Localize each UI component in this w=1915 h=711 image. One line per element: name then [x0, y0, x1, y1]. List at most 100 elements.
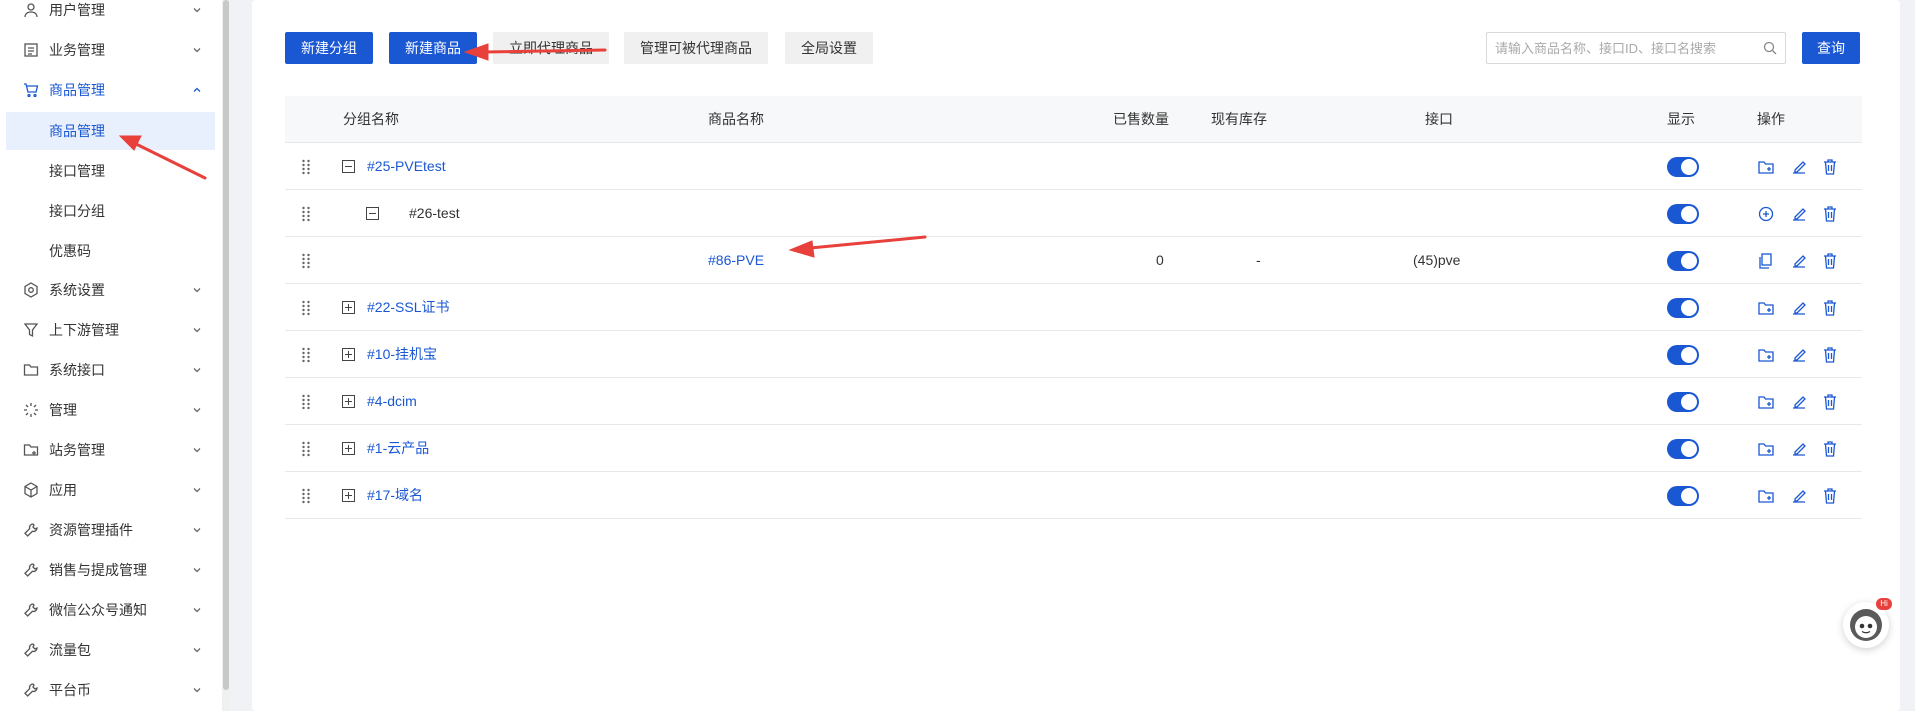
query-button[interactable]: 查询 [1802, 32, 1860, 64]
sidebar-item-sales-commission[interactable]: 销售与提成管理 [0, 550, 222, 590]
delete-icon[interactable] [1821, 346, 1839, 364]
product-name[interactable]: #86-PVE [708, 237, 764, 284]
toggle-knob [1681, 300, 1697, 316]
sidebar-item-platform-coin[interactable]: 平台币 [0, 670, 222, 710]
copy-icon[interactable] [1757, 252, 1775, 270]
sidebar-item-label: 应用 [49, 482, 77, 498]
sidebar-item-apps[interactable]: 应用 [0, 470, 222, 510]
edit-icon[interactable] [1790, 487, 1808, 505]
folder-add-icon[interactable] [1757, 487, 1775, 505]
submenu-item-api-groups[interactable]: 接口分组 [6, 192, 215, 230]
sidebar-item-business-management[interactable]: 业务管理 [0, 30, 222, 70]
table-row[interactable]: #25-PVEtest [285, 143, 1862, 190]
display-toggle[interactable] [1667, 204, 1699, 224]
display-toggle[interactable] [1667, 251, 1699, 271]
new-group-button[interactable]: 新建分组 [285, 32, 373, 64]
global-settings-button[interactable]: 全局设置 [785, 32, 873, 64]
drag-handle-icon[interactable] [301, 206, 311, 222]
search-input[interactable] [1487, 33, 1755, 63]
delete-icon[interactable] [1821, 299, 1839, 317]
expand-icon[interactable] [342, 489, 355, 502]
table-row[interactable]: #22-SSL证书 [285, 284, 1862, 331]
table-row[interactable]: #10-挂机宝 [285, 331, 1862, 378]
sidebar-scrollbar[interactable] [222, 0, 230, 711]
expand-icon[interactable] [342, 442, 355, 455]
group-name[interactable]: #10-挂机宝 [367, 331, 437, 378]
sidebar-item-upstream-downstream[interactable]: 上下游管理 [0, 310, 222, 350]
drag-handle-icon[interactable] [301, 394, 311, 410]
delete-icon[interactable] [1821, 252, 1839, 270]
drag-handle-icon[interactable] [301, 347, 311, 363]
delete-icon[interactable] [1821, 205, 1839, 223]
submenu-item-product-management[interactable]: 商品管理 [6, 112, 215, 150]
delete-icon[interactable] [1821, 487, 1839, 505]
delete-icon[interactable] [1821, 158, 1839, 176]
sidebar-item-product-management[interactable]: 商品管理 [0, 70, 222, 110]
display-toggle[interactable] [1667, 157, 1699, 177]
sidebar-item-system-settings[interactable]: 系统设置 [0, 270, 222, 310]
edit-icon[interactable] [1790, 440, 1808, 458]
sidebar-item-label: 上下游管理 [49, 322, 119, 338]
group-name[interactable]: #17-域名 [367, 472, 423, 519]
table-row[interactable]: #1-云产品 [285, 425, 1862, 472]
edit-icon[interactable] [1790, 393, 1808, 411]
edit-icon[interactable] [1790, 205, 1808, 223]
sidebar-item-wechat-notify[interactable]: 微信公众号通知 [0, 590, 222, 630]
submenu-item-api-management[interactable]: 接口管理 [6, 152, 215, 190]
folder-add-icon[interactable] [1757, 440, 1775, 458]
drag-handle-icon[interactable] [301, 300, 311, 316]
scrollbar-thumb[interactable] [223, 0, 229, 690]
folder-add-icon[interactable] [1757, 346, 1775, 364]
submenu-item-label: 接口管理 [49, 163, 105, 179]
submenu-item-coupons[interactable]: 优惠码 [6, 232, 215, 270]
drag-handle-icon[interactable] [301, 253, 311, 269]
sidebar-item-user-management[interactable]: 用户管理 [0, 0, 222, 30]
table-row[interactable]: #4-dcim [285, 378, 1862, 425]
table-row[interactable]: #17-域名 [285, 472, 1862, 519]
edit-icon[interactable] [1790, 158, 1808, 176]
edit-icon[interactable] [1790, 299, 1808, 317]
sidebar-item-system-api[interactable]: 系统接口 [0, 350, 222, 390]
display-toggle[interactable] [1667, 298, 1699, 318]
folder-add-icon[interactable] [1757, 393, 1775, 411]
folder-add-icon[interactable] [1757, 299, 1775, 317]
drag-handle-icon[interactable] [301, 488, 311, 504]
group-name[interactable]: #1-云产品 [367, 425, 429, 472]
toggle-knob [1681, 394, 1697, 410]
new-product-button[interactable]: 新建商品 [389, 32, 477, 64]
collapse-icon[interactable] [342, 160, 355, 173]
toggle-knob [1681, 159, 1697, 175]
display-toggle[interactable] [1667, 392, 1699, 412]
edit-icon[interactable] [1790, 252, 1808, 270]
folder-add-icon[interactable] [1757, 158, 1775, 176]
sidebar-item-traffic-pack[interactable]: 流量包 [0, 630, 222, 670]
display-toggle[interactable] [1667, 486, 1699, 506]
sidebar-item-label: 管理 [49, 402, 77, 418]
collapse-icon[interactable] [366, 207, 379, 220]
group-name[interactable]: #22-SSL证书 [367, 284, 449, 331]
wrench-icon [22, 601, 40, 619]
drag-handle-icon[interactable] [301, 159, 311, 175]
delete-icon[interactable] [1821, 440, 1839, 458]
expand-icon[interactable] [342, 348, 355, 361]
delete-icon[interactable] [1821, 393, 1839, 411]
add-circle-icon[interactable] [1757, 205, 1775, 223]
display-toggle[interactable] [1667, 439, 1699, 459]
expand-icon[interactable] [342, 301, 355, 314]
sidebar-item-label: 系统设置 [49, 282, 105, 298]
table-row[interactable]: #86-PVE 0 - (45)pve [285, 237, 1862, 284]
proxy-product-button[interactable]: 立即代理商品 [493, 32, 609, 64]
group-name[interactable]: #25-PVEtest [367, 143, 446, 190]
sidebar-item-management[interactable]: 管理 [0, 390, 222, 430]
edit-icon[interactable] [1790, 346, 1808, 364]
expand-icon[interactable] [342, 395, 355, 408]
manage-proxy-button[interactable]: 管理可被代理商品 [624, 32, 768, 64]
drag-handle-icon[interactable] [301, 441, 311, 457]
display-toggle[interactable] [1667, 345, 1699, 365]
group-name[interactable]: #4-dcim [367, 378, 417, 425]
sidebar-item-resource-plugins[interactable]: 资源管理插件 [0, 510, 222, 550]
search-icon[interactable] [1755, 33, 1785, 63]
wrench-icon [22, 681, 40, 699]
table-row[interactable]: #26-test [285, 190, 1862, 237]
sidebar-item-site-management[interactable]: 站务管理 [0, 430, 222, 470]
